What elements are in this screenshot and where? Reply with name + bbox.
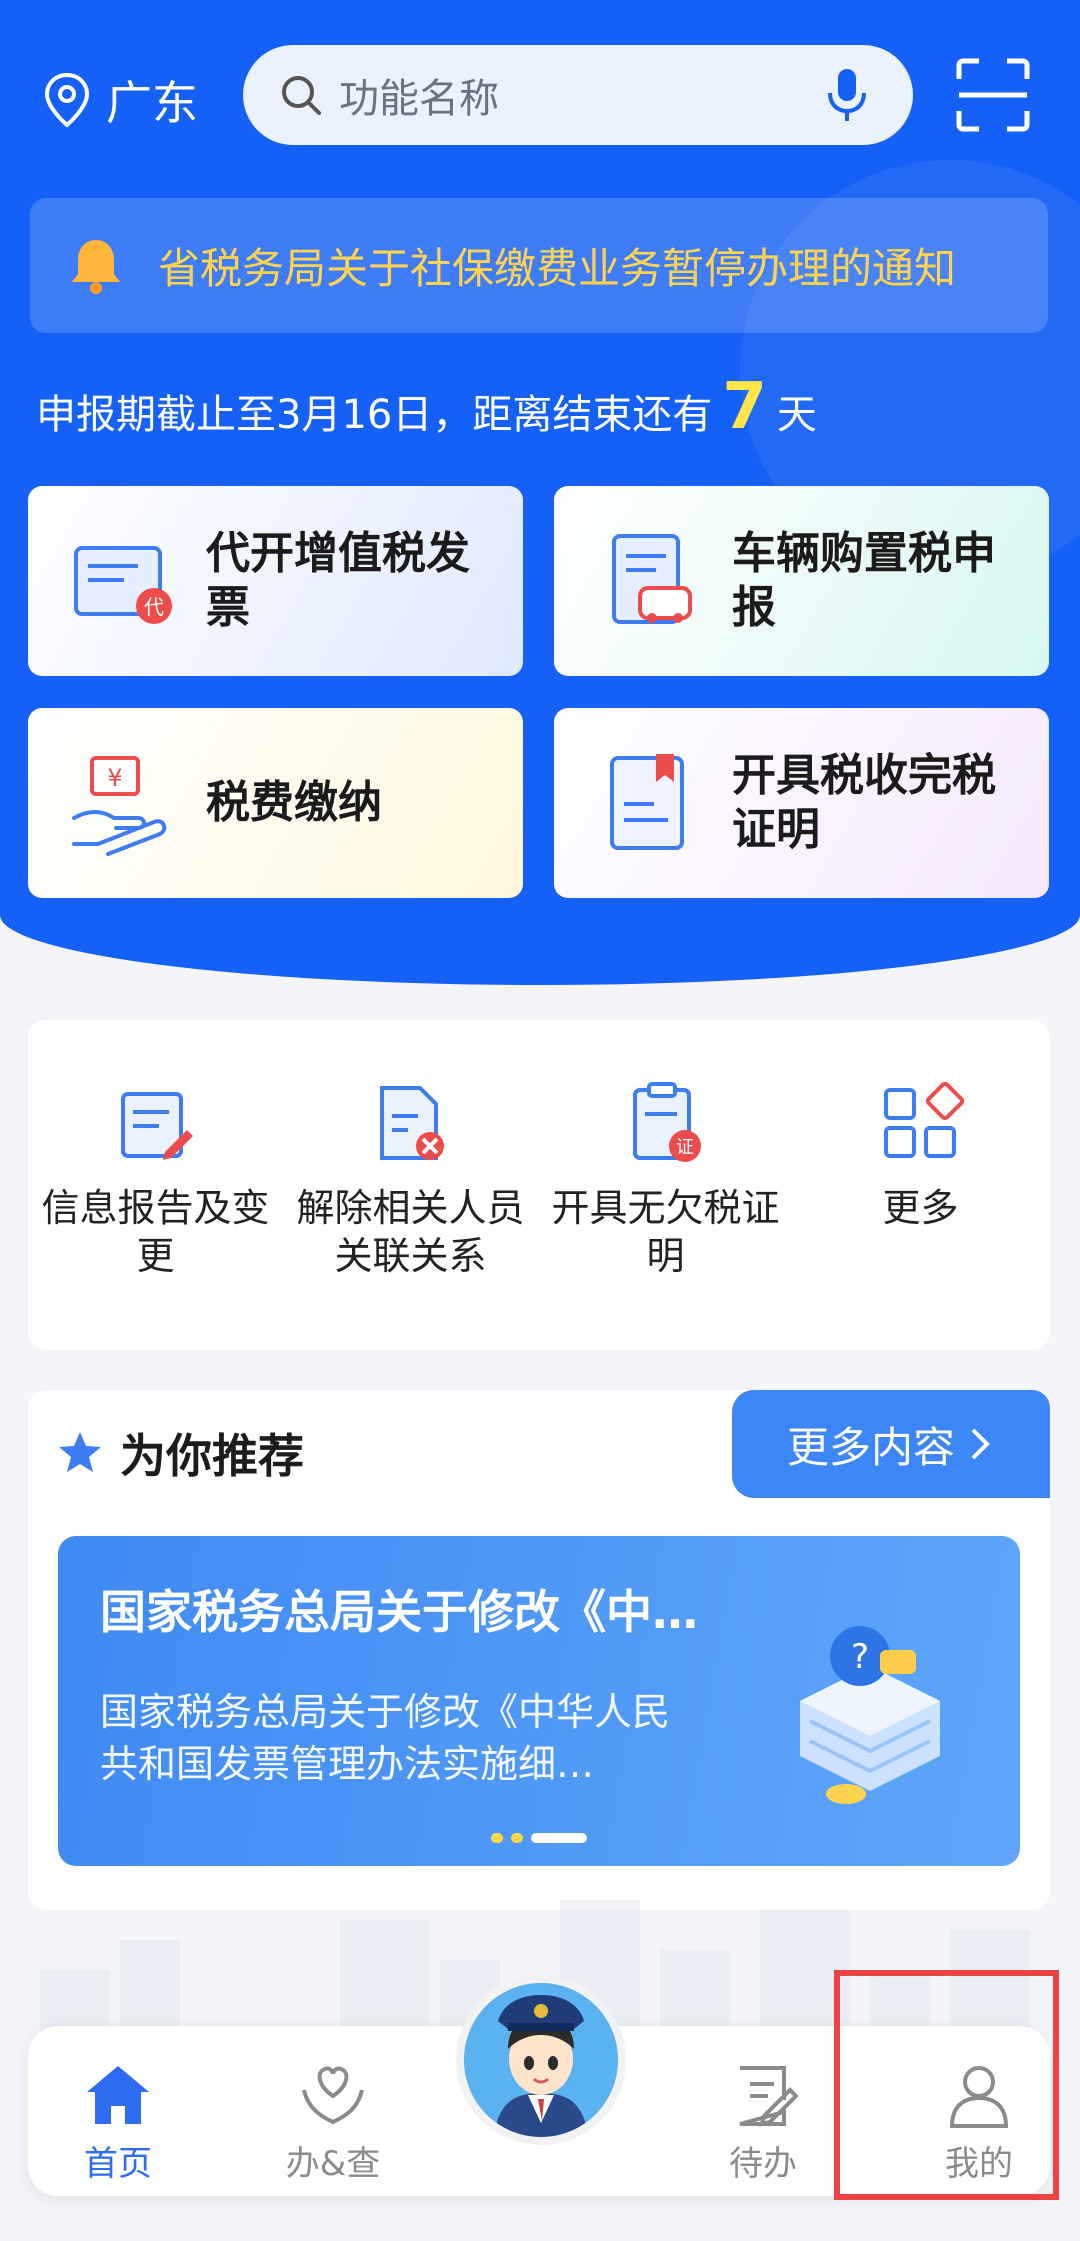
service-more[interactable]: 更多 (793, 1080, 1048, 1232)
banner-description: 国家税务总局关于修改《中华人民共和国发票管理办法实施细… (100, 1690, 671, 1786)
carousel-dot[interactable] (511, 1833, 523, 1843)
star-icon (59, 1432, 101, 1472)
vehicle-tax-icon (612, 534, 692, 624)
tab-todo[interactable]: 待办 (678, 2060, 848, 2185)
home-icon (87, 2066, 149, 2124)
payment-icon: ¥ (72, 756, 167, 856)
service-info-report[interactable]: 信息报告及变更 (28, 1080, 283, 1280)
carousel-dot[interactable] (491, 1833, 503, 1843)
svg-text:代: 代 (144, 595, 164, 619)
service-grid: 信息报告及变更 解除相关人员关联关系 证 开具无欠税证明 更多 (28, 1020, 1050, 1350)
notice-text: 省税务局关于社保缴费业务暂停办理的通知 (158, 244, 957, 293)
location-label: 广东 (106, 76, 198, 130)
highlight-box (834, 1970, 1059, 2200)
tab-handle-query[interactable]: 办&查 (248, 2060, 418, 2185)
service-unlink[interactable]: 解除相关人员关联关系 (283, 1080, 538, 1280)
assistant-avatar-button[interactable] (456, 1975, 626, 2145)
svg-text:证: 证 (676, 1137, 694, 1158)
top-bar: 广东 功能名称 (0, 45, 1080, 145)
deadline-text: 申报期截止至3月16日，距离结束还有 7 天 (36, 370, 817, 444)
service-no-arrears[interactable]: 证 开具无欠税证明 (538, 1080, 793, 1280)
invoice-icon: 代 (74, 546, 172, 624)
search-placeholder: 功能名称 (339, 76, 499, 122)
deadline-suffix: 天 (776, 392, 817, 438)
info-report-icon (120, 1092, 193, 1160)
recommend-title: 为你推荐 (56, 1420, 304, 1486)
service-label: 解除相关人员关联关系 (296, 1186, 525, 1278)
todo-icon (739, 2066, 798, 2127)
quick-card-tax-certificate[interactable]: 开具税收完税证明 (554, 708, 1049, 898)
svg-text:¥: ¥ (107, 764, 122, 792)
quick-card-label: 开具税收完税证明 (732, 750, 996, 855)
more-content-label: 更多内容 (786, 1422, 955, 1472)
svg-text:?: ? (851, 1637, 869, 1677)
microphone-icon[interactable] (825, 67, 869, 123)
tab-label: 办&查 (285, 2144, 381, 2184)
more-grid-icon (883, 1081, 964, 1158)
bell-icon (72, 239, 120, 294)
no-arrears-cert-icon: 证 (632, 1082, 701, 1162)
search-icon (282, 76, 321, 115)
search-input[interactable]: 功能名称 (243, 45, 913, 145)
deadline-days: 7 (722, 370, 767, 444)
recommend-title-text: 为你推荐 (120, 1429, 304, 1483)
notice-bar[interactable]: 省税务局关于社保缴费业务暂停办理的通知 (30, 198, 1048, 333)
question-box-icon: ? (800, 1626, 940, 1804)
location-pin-icon (44, 72, 90, 128)
news-banner[interactable]: 国家税务总局关于修改《中… 国家税务总局关于修改《中华人民共和国发票管理办法实施… (58, 1536, 1020, 1866)
quick-card-invoice[interactable]: 代 代开增值税发票 (28, 486, 523, 676)
service-label: 信息报告及变更 (41, 1186, 270, 1278)
quick-card-label: 税费缴纳 (206, 777, 382, 828)
unlink-document-icon (379, 1086, 444, 1160)
quick-card-label: 代开增值税发票 (206, 528, 470, 633)
tab-label: 待办 (729, 2144, 797, 2184)
deadline-prefix: 申报期截止至3月16日，距离结束还有 (36, 392, 713, 438)
scan-icon[interactable] (955, 57, 1031, 133)
quick-card-label: 车辆购置税申报 (732, 528, 996, 633)
quick-card-vehicle-tax[interactable]: 车辆购置税申报 (554, 486, 1049, 676)
banner-title: 国家税务总局关于修改《中… (100, 1585, 698, 1639)
carousel-dot-active[interactable] (531, 1833, 587, 1843)
service-label: 开具无欠税证明 (551, 1186, 780, 1278)
tax-certificate-icon (610, 754, 684, 850)
heart-hands-icon (302, 2066, 364, 2125)
carousel-dots[interactable] (58, 1833, 1020, 1843)
recommend-panel: 为你推荐 更多内容 国家税务总局关于修改《中… 国家税务总局关于修改《中华人民共… (28, 1390, 1050, 1910)
tab-label: 首页 (84, 2144, 152, 2184)
quick-card-payment[interactable]: ¥ 税费缴纳 (28, 708, 523, 898)
chevron-right-icon (971, 1428, 990, 1460)
tab-home[interactable]: 首页 (33, 2060, 203, 2185)
location-selector[interactable]: 广东 (42, 67, 198, 133)
service-label: 更多 (882, 1186, 959, 1230)
tax-officer-avatar-icon (464, 1983, 618, 2137)
more-content-button[interactable]: 更多内容 (732, 1390, 1050, 1498)
